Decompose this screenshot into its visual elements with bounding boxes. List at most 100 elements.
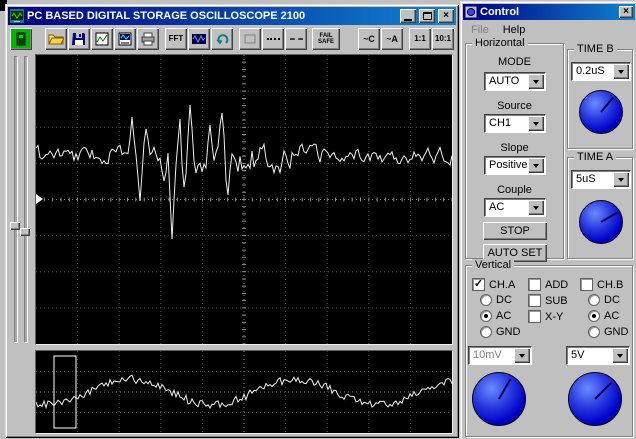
time-a-knob[interactable] xyxy=(579,200,623,244)
calibrate-a-button[interactable]: ~A xyxy=(381,28,403,50)
time-b-knob[interactable] xyxy=(579,90,623,134)
minimize-button[interactable] xyxy=(400,9,416,23)
overview-scope-display[interactable] xyxy=(35,350,453,434)
mode-dropdown-button[interactable] xyxy=(528,74,544,89)
chevron-down-icon xyxy=(533,205,539,210)
control-window: Control × File Help Horizontal MODE AUTO… xyxy=(460,1,636,439)
calibrate-c-label: ~C xyxy=(363,34,375,44)
volts-b-knob[interactable] xyxy=(568,372,622,426)
volts-a-knob[interactable] xyxy=(472,372,526,426)
save-button[interactable] xyxy=(68,28,90,50)
slope-select[interactable]: Positive xyxy=(484,156,546,175)
radio-circle xyxy=(480,326,492,338)
main-titlebar[interactable]: PC BASED DIGITAL STORAGE OSCILLOSCOPE 21… xyxy=(8,7,456,25)
time-b-dropdown-button[interactable] xyxy=(613,64,629,79)
time-a-dropdown-button[interactable] xyxy=(613,172,629,187)
calibrate-a-label: ~A xyxy=(386,34,398,44)
box-outline-icon xyxy=(244,34,256,44)
radio-gnd-a[interactable]: GND xyxy=(480,326,520,338)
couple-dropdown-button[interactable] xyxy=(528,200,544,215)
couple-value: AC xyxy=(489,201,505,213)
waveform-display-button[interactable] xyxy=(188,28,210,50)
graph-image-icon xyxy=(95,32,109,46)
position-slider[interactable] xyxy=(20,228,30,236)
dotted-line-button[interactable] xyxy=(262,28,284,50)
checkbox-add[interactable]: ✓ ADD xyxy=(528,278,568,291)
oscilloscope-window: PC BASED DIGITAL STORAGE OSCILLOSCOPE 21… xyxy=(5,4,459,438)
time-a-select[interactable]: 5uS xyxy=(571,170,631,189)
maximize-button[interactable] xyxy=(419,9,435,23)
overview-waveform xyxy=(36,351,452,433)
mode-value: AUTO xyxy=(489,75,520,87)
mode-select[interactable]: AUTO xyxy=(484,72,546,91)
checkbox-add-label: ADD xyxy=(545,278,569,291)
menu-help[interactable]: Help xyxy=(503,24,526,36)
checkbox-box: ✓ xyxy=(580,278,593,291)
undo-button[interactable] xyxy=(211,28,233,50)
checkbox-sub[interactable]: ✓ SUB xyxy=(528,294,568,307)
vertical-group-label: Vertical xyxy=(472,259,515,272)
checkbox-sub-label: SUB xyxy=(545,294,568,307)
checkbox-box: ✓ xyxy=(528,294,541,307)
radio-dc-a[interactable]: DC xyxy=(480,294,512,306)
probe-1x-button[interactable]: 1:1 xyxy=(409,28,431,50)
checkbox-xy[interactable]: ✓ X-Y xyxy=(528,310,563,323)
open-button[interactable] xyxy=(45,28,67,50)
main-scope-display[interactable] xyxy=(35,54,453,345)
volts-b-dropdown-button[interactable] xyxy=(612,348,628,363)
volts-a-select[interactable]: 10mV xyxy=(468,346,532,365)
checkbox-ch-b-label: CH.B xyxy=(597,278,624,291)
couple-label: Couple xyxy=(497,184,532,196)
menu-file[interactable]: File xyxy=(471,24,489,36)
chevron-down-icon xyxy=(533,79,539,84)
checkbox-box: ✓ xyxy=(528,278,541,291)
horizontal-group: Horizontal MODE AUTO Source CH1 Slope Po… xyxy=(465,37,564,262)
print-button[interactable] xyxy=(137,28,159,50)
checkbox-ch-b[interactable]: ✓ CH.B xyxy=(580,278,623,291)
trigger-marker[interactable] xyxy=(36,194,43,204)
radio-circle xyxy=(480,294,492,306)
box-select-button[interactable] xyxy=(239,28,261,50)
position-slider-track-2 xyxy=(24,56,27,342)
chevron-down-icon xyxy=(519,353,525,358)
time-b-value: 0.2uS xyxy=(576,65,605,77)
dashed-line-button[interactable] xyxy=(285,28,307,50)
source-dropdown-button[interactable] xyxy=(528,116,544,131)
dotted-line-icon xyxy=(266,38,280,40)
radio-ac-b[interactable]: AC xyxy=(588,310,619,322)
control-close-button[interactable]: × xyxy=(619,6,633,18)
time-b-group-label: TIME B xyxy=(574,43,617,56)
close-button[interactable]: × xyxy=(438,9,454,23)
checkbox-box: ✓ xyxy=(472,278,485,291)
time-b-select[interactable]: 0.2uS xyxy=(571,62,631,81)
chevron-down-icon xyxy=(618,177,624,182)
chevron-down-icon xyxy=(533,163,539,168)
calibrate-c-button[interactable]: ~C xyxy=(358,28,380,50)
volts-a-dropdown-button[interactable] xyxy=(514,348,530,363)
slope-value: Positive xyxy=(489,159,527,171)
source-label: Source xyxy=(497,100,532,112)
acquire-button[interactable] xyxy=(10,28,32,50)
volts-b-knob-pointer xyxy=(594,381,613,400)
slope-dropdown-button[interactable] xyxy=(528,158,544,173)
trigger-level-slider[interactable] xyxy=(10,222,20,230)
volts-b-select[interactable]: 5V xyxy=(566,346,630,365)
checkbox-ch-a[interactable]: ✓ CH.A xyxy=(472,278,515,291)
export-graph-button[interactable] xyxy=(91,28,113,50)
radio-gnd-b[interactable]: GND xyxy=(588,326,628,338)
acquire-icon xyxy=(16,32,26,46)
probe-10x-button[interactable]: 10:1 xyxy=(432,28,454,50)
control-titlebar[interactable]: Control × xyxy=(463,4,635,20)
copy-image-button[interactable] xyxy=(114,28,136,50)
fail-safe-button[interactable]: FAIL SAFE xyxy=(312,28,340,50)
source-select[interactable]: CH1 xyxy=(484,114,546,133)
radio-dc-b[interactable]: DC xyxy=(588,294,620,306)
stop-button[interactable]: STOP xyxy=(483,222,547,240)
fft-button[interactable]: FFT xyxy=(165,28,187,50)
couple-select[interactable]: AC xyxy=(484,198,546,217)
radio-ac-b-label: AC xyxy=(604,310,620,322)
radio-ac-a[interactable]: AC xyxy=(480,310,511,322)
fft-label: FFT xyxy=(168,34,184,43)
minimize-icon xyxy=(404,18,412,21)
time-a-group: TIME A 5uS xyxy=(567,151,633,259)
